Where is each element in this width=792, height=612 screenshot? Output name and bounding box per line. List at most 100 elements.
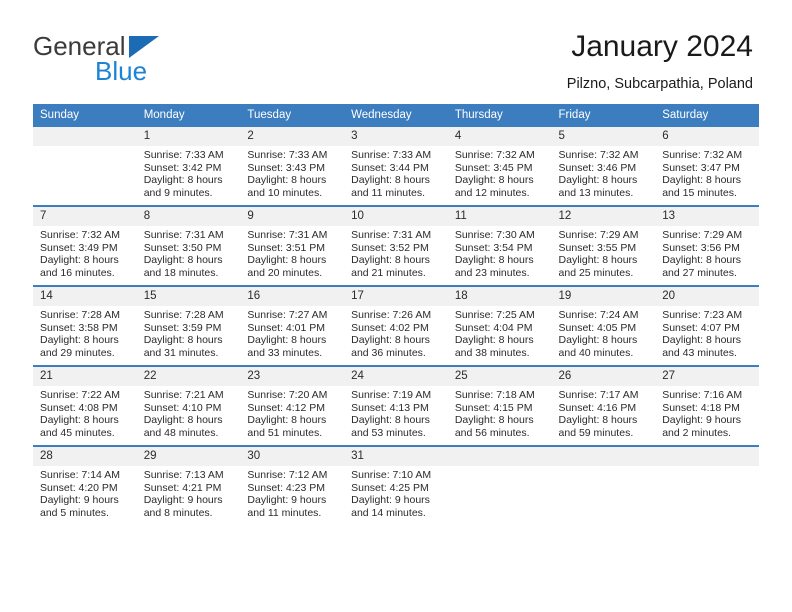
sunrise-time: Sunrise: 7:21 AM: [143, 389, 224, 401]
sunset-time: Sunset: 3:56 PM: [662, 241, 740, 254]
sunrise-time: Sunrise: 7:18 AM: [454, 389, 535, 401]
calendar-day-cell[interactable]: 3 Sunrise: 7:33 AM Sunset: 3:44 PM Daylight…: [344, 127, 448, 206]
day-info: Sunrise: 7:14 AM Sunset: 4:20 PM Daylight:…: [33, 466, 137, 519]
sunset-time: Sunset: 3:46 PM: [558, 161, 637, 174]
daylight-duration-line2: and 10 minutes.: [247, 186, 323, 199]
daylight-duration-line2: and 25 minutes.: [558, 266, 634, 279]
calendar-day-cell[interactable]: 22 Sunrise: 7:21 AM Sunset: 4:10 PM Dayligh…: [136, 365, 241, 446]
calendar-day-cell[interactable]: 1 Sunrise: 7:33 AM Sunset: 3:42 PM Daylight…: [136, 127, 241, 206]
sunset-time: Sunset: 3:59 PM: [143, 321, 222, 334]
weekday-header-tuesday: Tuesday: [240, 104, 345, 127]
calendar-day-cell[interactable]: 12 Sunrise: 7:29 AM Sunset: 3:55 PM Dayligh…: [551, 205, 656, 286]
calendar-day-cell[interactable]: 14 Sunrise: 7:28 AM Sunset: 3:58 PM Dayligh…: [33, 285, 137, 366]
day-number: 2: [240, 127, 345, 146]
calendar-day-cell[interactable]: 23 Sunrise: 7:20 AM Sunset: 4:12 PM Dayligh…: [240, 365, 345, 446]
calendar-day-cell[interactable]: 18 Sunrise: 7:25 AM Sunset: 4:04 PM Dayligh…: [447, 285, 552, 366]
day-number: 15: [136, 287, 241, 306]
sunset-time: Sunset: 4:07 PM: [662, 321, 740, 334]
day-number: 7: [33, 207, 137, 226]
daylight-duration-line1: Daylight: 8 hours: [454, 414, 534, 427]
daylight-duration-line1: Daylight: 9 hours: [351, 494, 430, 507]
calendar-day-cell[interactable]: 15 Sunrise: 7:28 AM Sunset: 3:59 PM Dayligh…: [136, 285, 241, 366]
day-info: Sunrise: 7:32 AM Sunset: 3:49 PM Daylight:…: [33, 226, 137, 279]
day-number: 11: [447, 207, 552, 226]
calendar-day-cell-empty: [655, 445, 759, 525]
calendar-day-cell[interactable]: 10 Sunrise: 7:31 AM Sunset: 3:52 PM Dayligh…: [344, 205, 448, 286]
calendar-day-cell[interactable]: 30 Sunrise: 7:12 AM Sunset: 4:23 PM Dayligh…: [240, 445, 345, 525]
sunset-time: Sunset: 4:15 PM: [454, 401, 533, 414]
calendar-day-cell[interactable]: 13 Sunrise: 7:29 AM Sunset: 3:56 PM Dayligh…: [655, 205, 759, 286]
day-info: Sunrise: 7:32 AM Sunset: 3:46 PM Daylight:…: [552, 146, 656, 199]
daylight-duration-line2: and 8 minutes.: [143, 506, 213, 519]
sunset-time: Sunset: 4:01 PM: [247, 321, 326, 334]
day-number: 26: [551, 367, 656, 386]
day-number: 21: [33, 367, 137, 386]
day-info: Sunrise: 7:32 AM Sunset: 3:47 PM Daylight:…: [655, 146, 759, 199]
sunset-time: Sunset: 4:10 PM: [143, 401, 222, 414]
calendar-day-cell[interactable]: 27 Sunrise: 7:16 AM Sunset: 4:18 PM Dayligh…: [655, 365, 759, 446]
calendar-day-cell[interactable]: 5 Sunrise: 7:32 AM Sunset: 3:46 PM Daylight…: [551, 127, 656, 206]
daylight-duration-line2: and 16 minutes.: [40, 266, 115, 279]
calendar-day-cell[interactable]: 19 Sunrise: 7:24 AM Sunset: 4:05 PM Dayligh…: [551, 285, 656, 366]
calendar-day-cell[interactable]: 8 Sunrise: 7:31 AM Sunset: 3:50 PM Daylight…: [136, 205, 241, 286]
daylight-duration-line1: Daylight: 8 hours: [454, 254, 534, 267]
daylight-duration-line1: Daylight: 8 hours: [40, 414, 119, 427]
sunset-time: Sunset: 3:43 PM: [247, 161, 326, 174]
sunrise-time: Sunrise: 7:29 AM: [558, 229, 639, 241]
calendar-day-cell[interactable]: 20 Sunrise: 7:23 AM Sunset: 4:07 PM Dayligh…: [655, 285, 759, 366]
calendar-day-cell[interactable]: 7 Sunrise: 7:32 AM Sunset: 3:49 PM Daylight…: [33, 205, 137, 286]
daylight-duration-line1: Daylight: 8 hours: [143, 414, 223, 427]
daylight-duration-line1: Daylight: 8 hours: [143, 334, 223, 347]
calendar-day-cell[interactable]: 2 Sunrise: 7:33 AM Sunset: 3:43 PM Daylight…: [240, 127, 345, 206]
calendar-day-cell[interactable]: 16 Sunrise: 7:27 AM Sunset: 4:01 PM Dayligh…: [240, 285, 345, 366]
calendar-day-cell[interactable]: 24 Sunrise: 7:19 AM Sunset: 4:13 PM Dayligh…: [344, 365, 448, 446]
sunset-time: Sunset: 3:44 PM: [351, 161, 429, 174]
page-header: General Blue January 2024 Pilzno, Subcar…: [0, 0, 792, 104]
calendar-day-cell[interactable]: 4 Sunrise: 7:32 AM Sunset: 3:45 PM Daylight…: [447, 127, 552, 206]
calendar-day-cell[interactable]: 29 Sunrise: 7:13 AM Sunset: 4:21 PM Dayligh…: [136, 445, 241, 525]
sunrise-time: Sunrise: 7:10 AM: [351, 469, 432, 481]
calendar-day-cell[interactable]: 28 Sunrise: 7:14 AM Sunset: 4:20 PM Dayligh…: [33, 445, 137, 525]
day-number: 20: [655, 287, 759, 306]
calendar-day-cell[interactable]: 21 Sunrise: 7:22 AM Sunset: 4:08 PM Dayligh…: [33, 365, 137, 446]
location-subtitle: Pilzno, Subcarpathia, Poland: [566, 76, 753, 92]
day-number: 31: [344, 447, 448, 466]
daylight-duration-line2: and 11 minutes.: [351, 186, 426, 199]
daylight-duration-line1: Daylight: 8 hours: [247, 174, 327, 187]
day-number: 22: [136, 367, 241, 386]
daylight-duration-line1: Daylight: 8 hours: [351, 174, 430, 187]
weekday-header-monday: Monday: [136, 104, 241, 127]
sunrise-time: Sunrise: 7:13 AM: [143, 469, 224, 481]
daylight-duration-line1: Daylight: 8 hours: [662, 254, 742, 267]
day-info: Sunrise: 7:22 AM Sunset: 4:08 PM Daylight:…: [33, 386, 137, 439]
daylight-duration-line1: Daylight: 8 hours: [247, 254, 327, 267]
calendar-day-cell[interactable]: 6 Sunrise: 7:32 AM Sunset: 3:47 PM Daylight…: [655, 127, 759, 206]
calendar-day-cell[interactable]: 17 Sunrise: 7:26 AM Sunset: 4:02 PM Dayligh…: [344, 285, 448, 366]
calendar-day-cell[interactable]: 26 Sunrise: 7:17 AM Sunset: 4:16 PM Dayligh…: [551, 365, 656, 446]
calendar-day-cell[interactable]: 11 Sunrise: 7:30 AM Sunset: 3:54 PM Dayligh…: [447, 205, 552, 286]
day-number: 3: [344, 127, 448, 146]
sunset-time: Sunset: 4:04 PM: [454, 321, 533, 334]
calendar-page: General Blue January 2024 Pilzno, Subcar…: [0, 0, 792, 612]
day-number: 27: [655, 367, 759, 386]
daylight-duration-line1: Daylight: 9 hours: [247, 494, 327, 507]
calendar-week-row: 28 Sunrise: 7:14 AM Sunset: 4:20 PM Dayligh…: [33, 445, 759, 525]
daylight-duration-line2: and 13 minutes.: [558, 186, 634, 199]
sunrise-time: Sunrise: 7:25 AM: [454, 309, 535, 321]
day-info: Sunrise: 7:31 AM Sunset: 3:50 PM Daylight:…: [137, 226, 241, 279]
day-number: 24: [344, 367, 448, 386]
calendar-day-cell[interactable]: 25 Sunrise: 7:18 AM Sunset: 4:15 PM Dayligh…: [447, 365, 552, 446]
sunrise-time: Sunrise: 7:30 AM: [454, 229, 535, 241]
daylight-duration-line1: Daylight: 8 hours: [40, 334, 119, 347]
sunrise-time: Sunrise: 7:32 AM: [454, 149, 535, 161]
daylight-duration-line2: and 21 minutes.: [351, 266, 426, 279]
calendar-week-row: 7 Sunrise: 7:32 AM Sunset: 3:49 PM Daylight…: [33, 205, 759, 286]
calendar-day-cell[interactable]: 9 Sunrise: 7:31 AM Sunset: 3:51 PM Daylight…: [240, 205, 345, 286]
calendar-body: 1 Sunrise: 7:33 AM Sunset: 3:42 PM Daylight…: [33, 127, 759, 525]
day-number: 19: [551, 287, 656, 306]
calendar-day-cell[interactable]: 31 Sunrise: 7:10 AM Sunset: 4:25 PM Dayligh…: [344, 445, 448, 525]
weekday-header-thursday: Thursday: [447, 104, 552, 127]
daylight-duration-line1: Daylight: 8 hours: [143, 174, 223, 187]
day-number: 14: [33, 287, 137, 306]
sunset-time: Sunset: 3:49 PM: [40, 241, 118, 254]
